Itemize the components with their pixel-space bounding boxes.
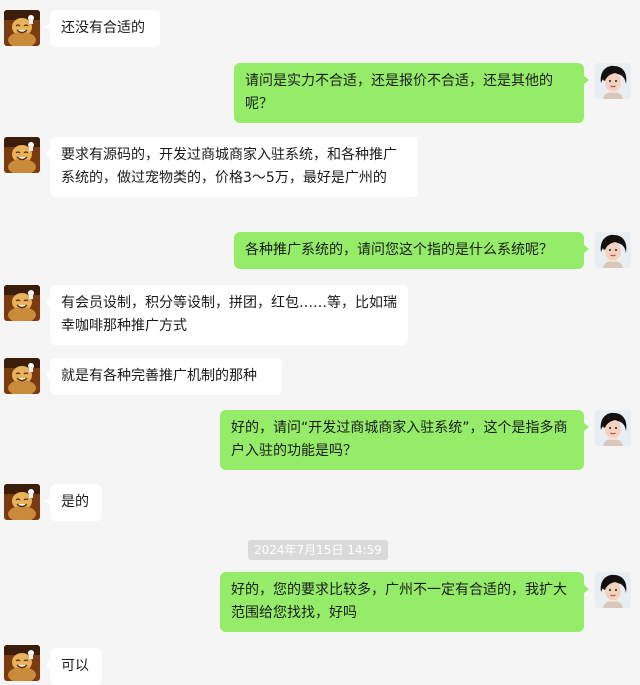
outgoing-message-bubble[interactable]: 各种推广系统的，请问您这个指的是什么系统呢？ — [234, 232, 589, 269]
laughing-buddha-avatar-icon[interactable] — [4, 645, 40, 681]
woman-portrait-avatar-icon[interactable] — [595, 410, 631, 446]
incoming-message-bubble[interactable]: 还没有合适的 — [45, 10, 160, 47]
chat-timestamp: 2024年7月15日 14:59 — [248, 540, 388, 560]
laughing-buddha-avatar-icon[interactable] — [4, 358, 40, 394]
outgoing-message-bubble[interactable]: 好的，您的要求比较多，广州不一定有合适的，我扩大范围给您找找，好吗 — [220, 572, 589, 632]
laughing-buddha-avatar-icon[interactable] — [4, 137, 40, 173]
outgoing-message-bubble[interactable]: 好的，请问“开发过商城商家入驻系统”，这个是指多商户入驻的功能是吗？ — [220, 410, 589, 470]
incoming-message-bubble[interactable]: 可以 — [45, 648, 102, 685]
woman-portrait-avatar-icon[interactable] — [595, 63, 631, 99]
woman-portrait-avatar-icon[interactable] — [595, 572, 631, 608]
woman-portrait-avatar-icon[interactable] — [595, 232, 631, 268]
incoming-message-bubble[interactable]: 要求有源码的，开发过商城商家入驻系统，和各种推广系统的，做过宠物类的，价格3～5… — [45, 137, 418, 197]
incoming-message-bubble[interactable]: 有会员设制，积分等设制，拼团，红包……等，比如瑞幸咖啡那种推广方式 — [45, 285, 408, 345]
incoming-message-bubble[interactable]: 就是有各种完善推广机制的那种 — [45, 358, 282, 395]
incoming-message-bubble[interactable]: 是的 — [45, 484, 102, 521]
laughing-buddha-avatar-icon[interactable] — [4, 10, 40, 46]
outgoing-message-bubble[interactable]: 请问是实力不合适，还是报价不合适，还是其他的呢？ — [234, 63, 589, 123]
laughing-buddha-avatar-icon[interactable] — [4, 285, 40, 321]
laughing-buddha-avatar-icon[interactable] — [4, 484, 40, 520]
